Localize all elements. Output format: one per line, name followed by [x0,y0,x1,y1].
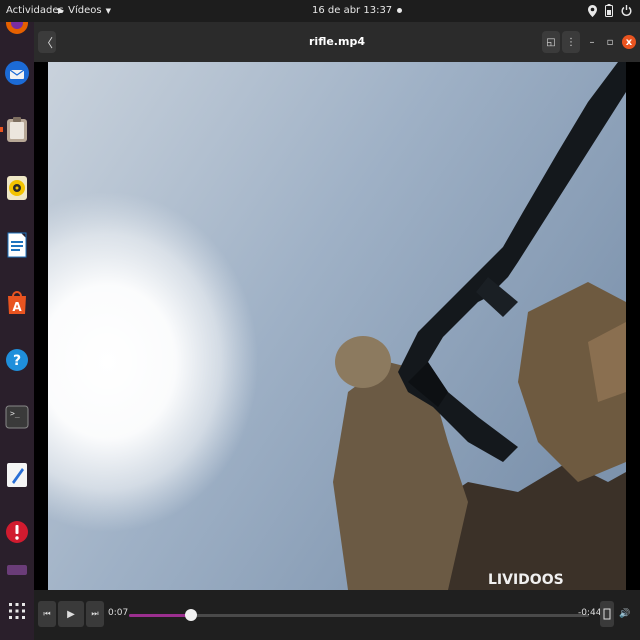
running-indicator [0,127,3,132]
rhythmbox-launcher[interactable] [4,175,30,201]
watermark-logo: LIVIDOOS [488,572,564,588]
skip-back-icon: ⏮ [43,609,51,618]
subtitles-button[interactable]: ◱ [542,31,560,53]
battery-icon [605,4,613,17]
app-menu-label: Vídeos [68,5,102,16]
volume-icon: 🔊 [619,609,631,619]
maximize-button[interactable]: ▫ [603,35,617,49]
minimize-button[interactable]: – [585,35,599,49]
svg-text:>_: >_ [10,409,20,418]
text-editor-launcher[interactable] [4,462,30,488]
error-report-icon [6,521,28,543]
firefox-launcher[interactable] [4,22,30,36]
maximize-icon: ▫ [606,36,614,48]
firefox-icon [6,22,28,34]
trash-launcher[interactable] [4,562,30,576]
seek-bar-progress [129,614,192,617]
top-bar: Actividades ▶ Vídeos ▼ 16 de abr 13:37 [0,0,640,22]
next-button[interactable]: ⏭ [86,601,104,627]
close-icon: x [625,36,633,48]
writer-icon [7,232,27,258]
clock-label: 16 de abr 13:37 [312,5,393,16]
files-launcher[interactable] [4,117,30,143]
menu-button[interactable]: ⋮ [562,31,580,53]
title-bar[interactable]: 〈 rifle.mp4 ◱ ⋮ – ▫ x [34,22,640,62]
seek-bar-handle[interactable] [185,609,198,621]
playback-controls: ⏮ ▶ ⏭ 0:07 -0:44 🔊 [34,590,640,640]
minimize-icon: – [589,36,595,48]
video-frame[interactable]: LIVIDOOS [48,62,626,590]
help-launcher[interactable]: ? [4,347,30,373]
software-launcher[interactable]: A [4,289,30,315]
writer-launcher[interactable] [4,232,30,258]
volume-button[interactable]: 🔊 [618,601,632,627]
previous-button[interactable]: ⏮ [38,601,56,627]
play-icon: ▶ [67,608,75,620]
app-grid-icon [9,603,25,619]
kebab-menu-icon: ⋮ [566,36,576,48]
play-triangle-icon: ▶ [58,6,65,15]
error-report-launcher[interactable] [4,519,30,545]
app-grid-button[interactable] [4,598,30,624]
video-frame-image: LIVIDOOS [48,62,626,590]
files-icon [7,117,27,142]
subtitles-icon: ◱ [546,36,556,48]
play-button[interactable]: ▶ [58,601,84,627]
svg-text:?: ? [13,353,21,369]
power-icon [621,5,632,16]
svg-text:A: A [12,300,22,314]
seek-bar[interactable] [129,609,589,621]
app-menu[interactable]: ▶ Vídeos ▼ [58,5,111,16]
close-button[interactable]: x [622,35,636,49]
terminal-launcher[interactable]: >_ [4,404,30,430]
help-icon: ? [6,349,28,371]
elapsed-time: 0:07 [108,608,129,618]
notification-dot-icon [397,8,403,13]
dock: A ? >_ [0,22,34,640]
text-editor-icon [7,463,27,487]
location-icon [588,4,597,17]
software-icon: A [8,291,26,314]
dropdown-arrow-icon: ▼ [105,6,111,15]
clock[interactable]: 16 de abr 13:37 [312,5,403,16]
rhythmbox-icon [7,176,27,200]
skip-forward-icon: ⏭ [91,609,99,618]
activities-button[interactable]: Actividades [6,5,64,16]
video-player-window: 〈 rifle.mp4 ◱ ⋮ – ▫ x LIVIDOOS ⏮ ▶ ⏭ 0:0… [34,22,640,640]
fullscreen-button[interactable] [600,601,614,627]
thunderbird-icon [5,61,29,85]
remaining-time: -0:44 [578,608,602,618]
fullscreen-icon [603,608,611,620]
system-tray[interactable] [588,4,632,17]
thunderbird-launcher[interactable] [4,60,30,86]
trash-icon [7,565,27,575]
terminal-icon: >_ [5,405,29,429]
